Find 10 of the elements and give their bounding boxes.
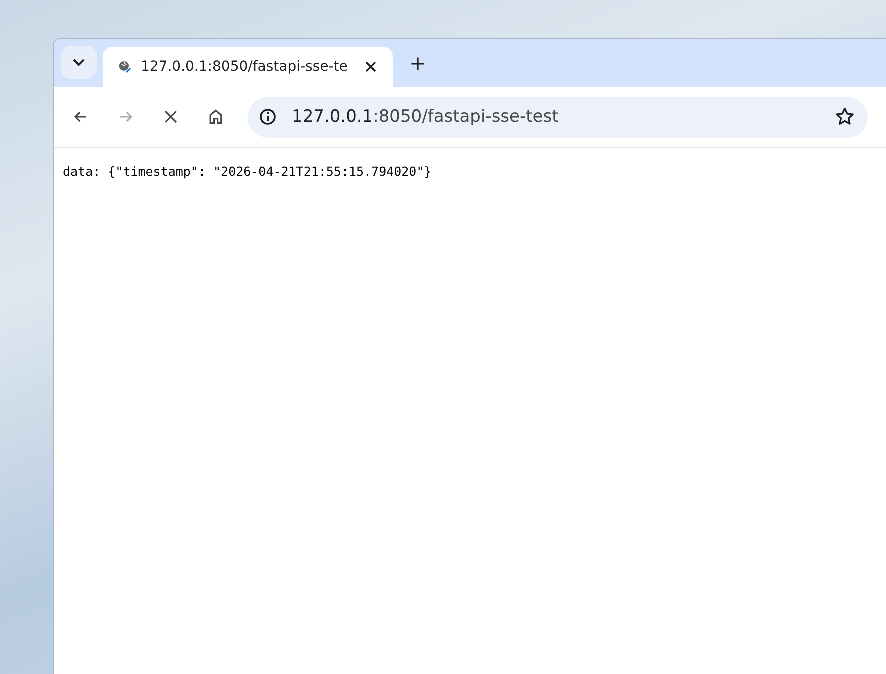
info-icon bbox=[258, 107, 278, 127]
browser-tab[interactable]: 127.0.0.1:8050/fastapi-sse-te bbox=[103, 47, 393, 87]
tab-title: 127.0.0.1:8050/fastapi-sse-te bbox=[141, 59, 349, 75]
tab-search-button[interactable] bbox=[61, 46, 97, 79]
caret-icon bbox=[73, 59, 85, 66]
address-bar[interactable]: 127.0.0.1:8050/fastapi-sse-test bbox=[248, 96, 868, 138]
plus-icon bbox=[409, 55, 427, 73]
url-text: 127.0.0.1:8050/fastapi-sse-test bbox=[292, 107, 560, 127]
star-icon bbox=[834, 106, 856, 128]
response-text: data: {"timestamp": "2026-04-21T21:55:15.794020"} bbox=[63, 164, 433, 179]
